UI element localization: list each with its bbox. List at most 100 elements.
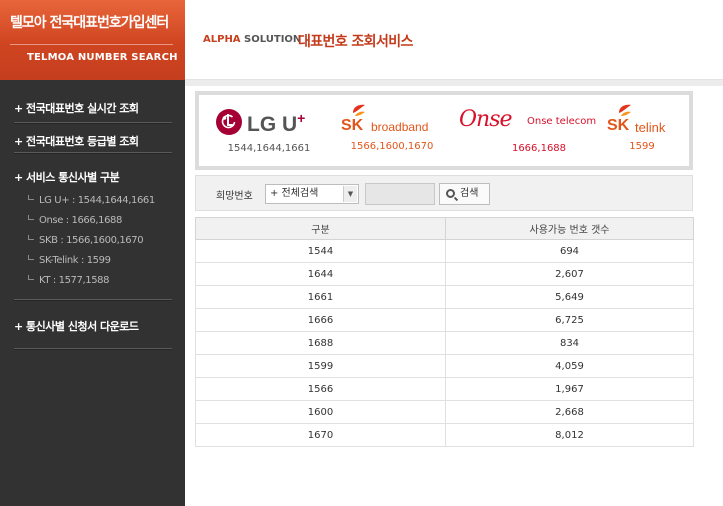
chevron-down-icon[interactable]: ▼ — [343, 186, 357, 202]
sub-bullet-icon — [28, 195, 34, 200]
lgu-logo-text: LG U+ — [247, 110, 305, 137]
table-row: 1688 834 — [195, 331, 694, 355]
sub-bullet-icon — [28, 215, 34, 220]
sub-bullet-icon — [28, 275, 34, 280]
search-type-select[interactable]: + 전체검색 ▼ — [265, 184, 359, 204]
carrier-banner: LG U+ 1544,1644,1661 SK broadband 1566,1… — [195, 91, 693, 170]
carrier-numbers: 1566,1600,1670 — [350, 141, 434, 152]
brand-subtitle: TELMOA NUMBER SEARCH — [27, 52, 178, 63]
cell-prefix: 1661 — [195, 285, 446, 309]
cell-count: 4,059 — [445, 354, 694, 378]
header: ALPHA SOLUTION › 대표번호 조회서비스 — [185, 0, 723, 80]
table-row: 1670 8,012 — [195, 423, 694, 447]
cell-count: 1,967 — [445, 377, 694, 401]
sub-item-label: KT : 1577,1588 — [39, 275, 110, 286]
cell-prefix: 1566 — [195, 377, 446, 401]
cell-count: 694 — [445, 239, 694, 263]
cell-prefix: 1600 — [195, 400, 446, 424]
menu-divider — [14, 348, 172, 350]
carrier-onse[interactable]: Onse Onse telecom 1666,1688 — [457, 107, 596, 154]
telink-logo-text: telink — [635, 120, 666, 135]
table-row: 1600 2,668 — [195, 400, 694, 424]
crumb-solution: SOLUTION — [244, 34, 302, 45]
search-bar: 희망번호 + 전체검색 ▼ 검색 — [195, 175, 693, 211]
sidebar: 텔모아 전국대표번호가입센터 TELMOA NUMBER SEARCH + 전국… — [0, 0, 185, 506]
column-header-available-count: 사용가능 번호 갯수 — [445, 217, 694, 240]
table-row: 1661 5,649 — [195, 285, 694, 309]
broadband-logo-text: broadband — [371, 120, 429, 134]
sk-butterfly-icon — [353, 104, 365, 116]
sub-item-kt[interactable]: KT : 1577,1588 — [28, 275, 109, 286]
cell-count: 834 — [445, 331, 694, 355]
cell-count: 8,012 — [445, 423, 694, 447]
onse-logo-script: Onse — [459, 107, 513, 132]
sub-item-sk-telink[interactable]: SK-Telink : 1599 — [28, 255, 111, 266]
table-row: 1566 1,967 — [195, 377, 694, 401]
lg-face-icon — [216, 109, 242, 135]
carrier-sk-telink[interactable]: SK telink 1599 — [607, 103, 677, 152]
menu-divider — [14, 152, 172, 154]
cell-prefix: 1688 — [195, 331, 446, 355]
sub-item-label: Onse : 1666,1688 — [39, 215, 122, 226]
menu-item-realtime-search[interactable]: + 전국대표번호 실시간 조회 — [14, 100, 172, 116]
cell-prefix: 1644 — [195, 262, 446, 286]
sub-item-skb[interactable]: SKB : 1566,1600,1670 — [28, 235, 144, 246]
cell-prefix: 1666 — [195, 308, 446, 332]
lgu-logo: LG U+ — [215, 107, 323, 137]
menu-item-download-form[interactable]: + 통신사별 신청서 다운로드 — [14, 318, 172, 334]
sk-telink-logo: SK telink — [607, 103, 677, 137]
breadcrumb: ALPHA SOLUTION — [203, 34, 301, 45]
onse-logo-text: Onse telecom — [527, 116, 597, 127]
header-strip — [185, 80, 723, 86]
brand-banner[interactable]: 텔모아 전국대표번호가입센터 TELMOA NUMBER SEARCH — [0, 0, 185, 80]
table-row: 1544 694 — [195, 239, 694, 263]
carrier-numbers: 1599 — [629, 141, 655, 152]
lgu-plus: + — [297, 110, 306, 126]
carrier-numbers: 1666,1688 — [511, 143, 567, 154]
table-row: 1666 6,725 — [195, 308, 694, 332]
cell-count: 2,668 — [445, 400, 694, 424]
menu-divider — [14, 122, 172, 124]
page: 텔모아 전국대표번호가입센터 TELMOA NUMBER SEARCH + 전국… — [0, 0, 723, 506]
sub-item-onse[interactable]: Onse : 1666,1688 — [28, 215, 122, 226]
carrier-lgu[interactable]: LG U+ 1544,1644,1661 — [215, 107, 323, 154]
sk-logo-text: SK — [341, 117, 364, 134]
results-table: 구분 사용가능 번호 갯수 1544 694 1644 2,607 1661 5,64… — [195, 217, 694, 447]
onse-logo: Onse Onse telecom — [457, 107, 596, 137]
menu-item-carrier-service[interactable]: + 서비스 통신사별 구분 — [14, 169, 172, 185]
sk-butterfly-icon — [619, 104, 631, 116]
carrier-numbers: 1544,1644,1661 — [227, 143, 311, 154]
page-title: 대표번호 조회서비스 — [298, 34, 413, 50]
brand-divider — [10, 44, 173, 45]
cell-prefix: 1599 — [195, 354, 446, 378]
crumb-alpha: ALPHA — [203, 34, 241, 45]
sub-item-label: SK-Telink : 1599 — [39, 255, 111, 266]
skb-logo: SK broadband — [339, 103, 445, 137]
crumb-separator-icon: › — [289, 36, 293, 46]
select-value: + 전체검색 — [270, 188, 319, 199]
menu-item-grade-search[interactable]: + 전국대표번호 등급별 조회 — [14, 133, 172, 149]
cell-count: 6,725 — [445, 308, 694, 332]
search-button[interactable]: 검색 — [439, 183, 490, 205]
table-row: 1599 4,059 — [195, 354, 694, 378]
table-row: 1644 2,607 — [195, 262, 694, 286]
sub-item-label: SKB : 1566,1600,1670 — [39, 235, 144, 246]
search-icon — [446, 189, 455, 198]
lgu-logo-word: LG U — [247, 113, 298, 136]
sub-item-lgu[interactable]: LG U+ : 1544,1644,1661 — [28, 195, 155, 206]
column-header-category: 구분 — [195, 217, 446, 240]
search-button-label: 검색 — [460, 188, 479, 199]
search-input[interactable] — [365, 183, 435, 205]
sub-item-label: LG U+ : 1544,1644,1661 — [39, 195, 155, 206]
cell-count: 5,649 — [445, 285, 694, 309]
table-header-row: 구분 사용가능 번호 갯수 — [195, 217, 694, 240]
carrier-sk-broadband[interactable]: SK broadband 1566,1600,1670 — [339, 103, 445, 152]
sub-bullet-icon — [28, 235, 34, 240]
cell-prefix: 1670 — [195, 423, 446, 447]
sub-bullet-icon — [28, 255, 34, 260]
cell-count: 2,607 — [445, 262, 694, 286]
cell-prefix: 1544 — [195, 239, 446, 263]
menu-divider — [14, 299, 172, 301]
brand-title: 텔모아 전국대표번호가입센터 — [10, 15, 169, 31]
sk-logo-text: SK — [607, 117, 630, 134]
